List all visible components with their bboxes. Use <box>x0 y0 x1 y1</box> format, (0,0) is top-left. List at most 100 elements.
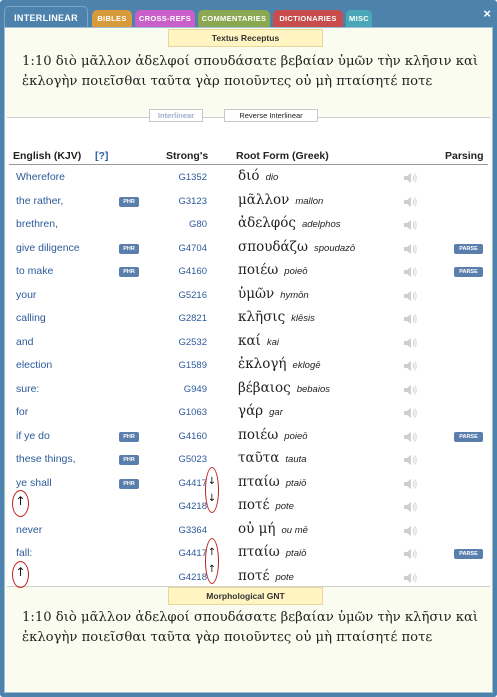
english-word-link[interactable]: these things, <box>16 453 76 465</box>
phr-badge[interactable]: PHR <box>119 478 139 489</box>
english-word-link[interactable]: brethren, <box>16 218 58 230</box>
phr-badge[interactable]: PHR <box>119 196 139 207</box>
strongs-number-link[interactable]: G1589 <box>178 360 207 371</box>
strongs-number-link[interactable]: G5023 <box>178 454 207 465</box>
parse-button[interactable]: PARSE <box>454 243 483 254</box>
strongs-number-link[interactable]: G4160 <box>178 431 207 442</box>
english-word-link[interactable]: the rather, <box>16 195 63 207</box>
tab-bibles[interactable]: Bibles <box>92 10 132 27</box>
strongs-number-link[interactable]: G1063 <box>178 407 207 418</box>
speaker-icon[interactable] <box>403 453 417 465</box>
parse-button[interactable]: PARSE <box>454 431 483 442</box>
english-word-link[interactable]: to make <box>16 265 53 277</box>
speaker-icon[interactable] <box>403 289 417 301</box>
english-word-link[interactable]: and <box>16 336 34 348</box>
tab-bar: Interlinear Bibles Cross-Refs Commentari… <box>4 6 493 28</box>
tab-interlinear[interactable]: Interlinear <box>4 6 88 28</box>
header-divider <box>9 164 488 165</box>
phr-badge[interactable]: PHR <box>119 455 139 465</box>
strongs-number-link[interactable]: G2821 <box>178 313 207 324</box>
english-word-link[interactable]: for <box>16 406 28 418</box>
speaker-icon[interactable] <box>403 265 417 277</box>
strongs-number-link[interactable]: G80 <box>189 219 207 230</box>
strongs-number-link[interactable]: G949 <box>184 384 207 395</box>
tab-misc[interactable]: Misc <box>346 10 372 27</box>
speaker-icon[interactable] <box>403 430 417 442</box>
speaker-icon[interactable] <box>403 524 417 536</box>
help-link[interactable]: [?] <box>95 150 108 162</box>
parse-button[interactable]: PARSE <box>454 549 483 559</box>
speaker-icon[interactable] <box>403 242 417 254</box>
down-arrow-icon: ↓ <box>207 493 217 504</box>
transliteration: pote <box>275 501 294 512</box>
transliteration: tauta <box>285 454 307 465</box>
english-word-link[interactable]: ye shall <box>16 477 52 489</box>
greek-word: καί <box>238 332 261 349</box>
header-english: English (KJV) <box>13 150 82 162</box>
speaker-icon[interactable] <box>403 359 417 371</box>
strongs-number-link[interactable]: G3364 <box>178 525 207 536</box>
greek-root-word: καί kai <box>238 333 279 349</box>
greek-word: διό <box>238 168 260 184</box>
speaker-icon[interactable] <box>403 336 417 348</box>
speaker-icon[interactable] <box>403 406 417 418</box>
strongs-number-link[interactable]: G4704 <box>178 243 207 254</box>
bottom-version-banner[interactable]: Morphological GNT <box>168 587 323 605</box>
english-word-link[interactable]: your <box>16 289 36 301</box>
greek-word: μᾶλλον <box>238 191 290 208</box>
speaker-icon[interactable] <box>403 547 417 559</box>
speaker-icon[interactable] <box>403 571 417 583</box>
english-word-link[interactable]: Wherefore <box>16 171 65 183</box>
speaker-icon[interactable] <box>403 312 417 324</box>
greek-word: ποτέ <box>238 497 270 513</box>
transliteration: kai <box>266 336 280 348</box>
speaker-icon[interactable] <box>403 477 417 489</box>
speaker-icon[interactable] <box>403 500 417 512</box>
strongs-number-link[interactable]: G4417 <box>178 478 207 489</box>
strongs-number-link[interactable]: G5216 <box>178 290 207 301</box>
speaker-icon[interactable] <box>403 383 417 395</box>
up-arrow-icon: ↑ <box>15 494 26 508</box>
english-word-link[interactable]: fall: <box>16 547 32 559</box>
strongs-number-link[interactable]: G4218 <box>178 501 207 512</box>
annotation-up-arrow-1: ↑ <box>12 490 29 517</box>
english-word-link[interactable]: calling <box>16 312 46 324</box>
phr-badge[interactable]: PHR <box>119 267 139 277</box>
table-row: G4218 ποτέ pote <box>7 566 490 590</box>
tab-reverse-interlinear[interactable]: Reverse Interlinear <box>224 109 318 122</box>
strongs-number-link[interactable]: G4160 <box>178 266 207 277</box>
english-word-link[interactable]: sure: <box>16 383 39 395</box>
speaker-icon[interactable] <box>403 218 417 230</box>
tab-dictionaries[interactable]: Dictionaries <box>273 10 343 27</box>
tab-interlinear-view[interactable]: Interlinear <box>149 109 203 122</box>
annotation-up-arrows: ↑ ↑ <box>205 538 219 584</box>
annotation-down-arrows: ↓ ↓ <box>205 467 219 513</box>
phr-badge[interactable]: PHR <box>119 243 139 254</box>
transliteration: klēsis <box>291 313 315 324</box>
top-version-banner[interactable]: Textus Receptus <box>168 29 323 47</box>
parse-button[interactable]: PARSE <box>454 267 483 277</box>
tab-commentaries[interactable]: Commentaries <box>198 10 270 27</box>
strongs-number-link[interactable]: G1352 <box>178 172 207 183</box>
table-row: to make PHR G4160 ποιέω poieō PARSE <box>7 260 490 284</box>
strongs-number-link[interactable]: G4417 <box>178 548 207 559</box>
english-word-link[interactable]: if ye do <box>16 430 50 442</box>
phr-badge[interactable]: PHR <box>119 431 139 442</box>
tab-cross-refs[interactable]: Cross-Refs <box>135 10 195 27</box>
greek-word: οὐ μή <box>238 520 276 537</box>
table-row: these things, PHR G5023 ταῦτα tauta <box>7 448 490 472</box>
up-arrow-icon: ↑ <box>207 564 217 575</box>
greek-root-word: βέβαιος bebaios <box>238 380 330 396</box>
greek-word: πταίω <box>238 473 280 490</box>
close-icon[interactable]: × <box>483 6 491 21</box>
transliteration: hymōn <box>280 289 309 301</box>
english-word-link[interactable]: never <box>16 524 42 536</box>
strongs-number-link[interactable]: G3123 <box>178 196 207 207</box>
strongs-number-link[interactable]: G2532 <box>178 337 207 348</box>
table-row: the rather, PHR G3123 μᾶλλον mallon <box>7 190 490 214</box>
english-word-link[interactable]: give diligence <box>16 242 80 254</box>
speaker-icon[interactable] <box>403 195 417 207</box>
english-word-link[interactable]: election <box>16 359 52 371</box>
strongs-number-link[interactable]: G4218 <box>178 572 207 583</box>
speaker-icon[interactable] <box>403 171 417 183</box>
